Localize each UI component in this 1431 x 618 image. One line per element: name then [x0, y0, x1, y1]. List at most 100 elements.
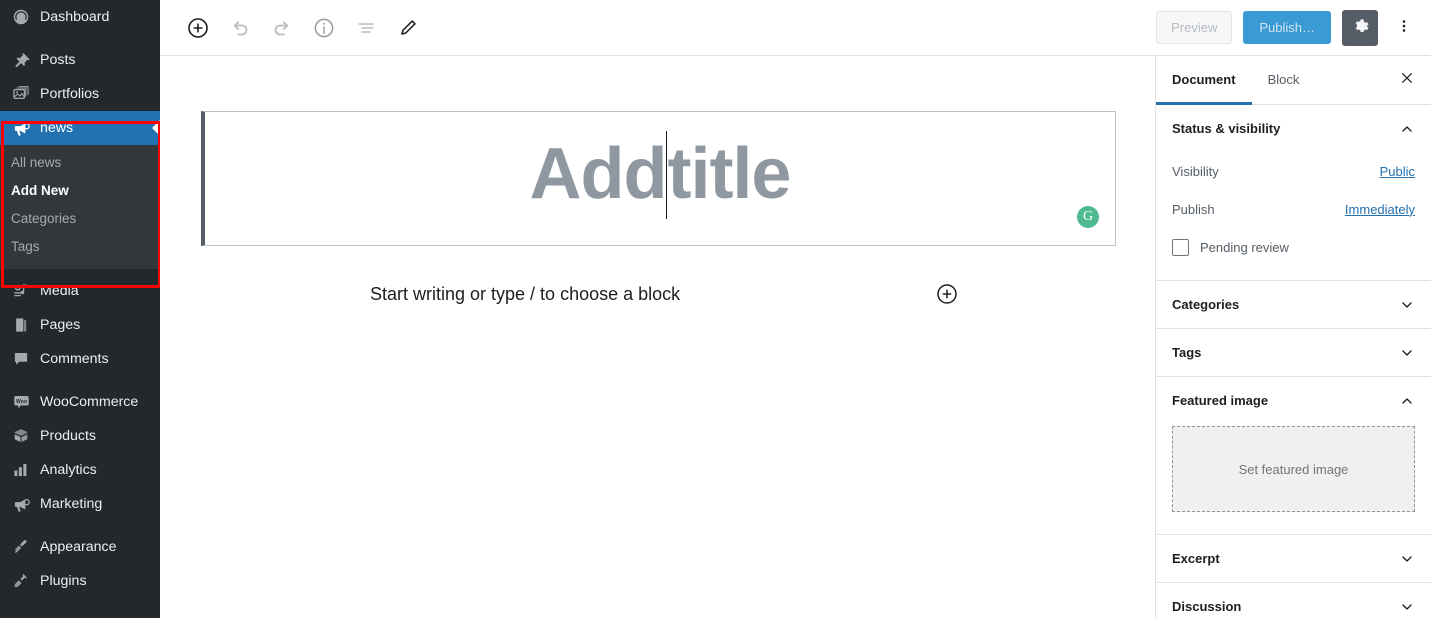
- panel-tags: Tags: [1156, 329, 1431, 377]
- sidebar-item-media[interactable]: Media: [0, 274, 160, 308]
- submenu-item-tags[interactable]: Tags: [0, 233, 160, 261]
- svg-text:Woo: Woo: [15, 398, 26, 404]
- details-info-button[interactable]: [306, 10, 342, 46]
- set-featured-image-button[interactable]: Set featured image: [1172, 426, 1415, 512]
- submenu-item-categories[interactable]: Categories: [0, 205, 160, 233]
- chevron-up-icon: [1399, 121, 1415, 137]
- sidebar-item-label: Dashboard: [40, 9, 110, 25]
- publish-label: Publish: [1172, 201, 1215, 217]
- panel-title: Featured image: [1172, 393, 1269, 408]
- header-left-tools: [160, 10, 426, 46]
- panel-header[interactable]: Featured image: [1172, 377, 1415, 424]
- settings-sidebar: Document Block Status & visibility Visib…: [1155, 56, 1431, 618]
- panel-title: Categories: [1172, 297, 1240, 312]
- sidebar-item-label: WooCommerce: [40, 394, 139, 410]
- list-view-button[interactable]: [348, 10, 384, 46]
- chevron-down-icon: [1399, 345, 1415, 361]
- settings-tablist: Document Block: [1156, 56, 1431, 105]
- chevron-up-icon: [1399, 393, 1415, 409]
- products-icon: [11, 426, 31, 446]
- chevron-down-icon: [1399, 297, 1415, 313]
- text-caret: [666, 130, 668, 219]
- sidebar-item-woocommerce[interactable]: Woo WooCommerce: [0, 385, 160, 419]
- wordpress-block-editor: Dashboard Posts Portfolios news All news…: [0, 0, 1431, 618]
- settings-gear-button[interactable]: [1342, 9, 1378, 46]
- news-submenu: All news Add New Categories Tags: [0, 145, 160, 269]
- sidebar-item-pages[interactable]: Pages: [0, 308, 160, 342]
- panel-header[interactable]: Discussion: [1172, 583, 1415, 618]
- sidebar-separator: [0, 521, 160, 530]
- submenu-arrow-icon: [152, 120, 160, 136]
- sidebar-item-label: Pages: [40, 317, 81, 333]
- sidebar-item-label: Plugins: [40, 573, 87, 589]
- panel-body: Visibility Public Publish Immediately Pe…: [1172, 152, 1415, 280]
- visibility-label: Visibility: [1172, 163, 1219, 179]
- pending-review-checkbox[interactable]: [1172, 238, 1189, 256]
- panel-body: Set featured image: [1172, 426, 1415, 534]
- marketing-icon: [11, 494, 31, 514]
- sidebar-item-news[interactable]: news: [0, 111, 160, 145]
- sidebar-item-label: Media: [40, 283, 79, 299]
- sidebar-item-label: Products: [40, 428, 96, 444]
- panel-title: Tags: [1172, 345, 1202, 360]
- analytics-icon: [11, 460, 31, 480]
- sidebar-item-marketing[interactable]: Marketing: [0, 487, 160, 521]
- tab-document[interactable]: Document: [1156, 56, 1252, 105]
- block-appender-button[interactable]: [935, 282, 959, 306]
- sidebar-item-label: Analytics: [40, 462, 97, 478]
- admin-sidebar: Dashboard Posts Portfolios news All news…: [0, 0, 160, 618]
- submenu-item-add-new[interactable]: Add New: [0, 177, 160, 205]
- sidebar-item-dashboard[interactable]: Dashboard: [0, 0, 160, 34]
- close-sidebar-button[interactable]: [1383, 56, 1431, 104]
- panel-header[interactable]: Excerpt: [1172, 535, 1415, 582]
- sidebar-item-portfolios[interactable]: Portfolios: [0, 77, 160, 111]
- visibility-value-button[interactable]: Public: [1380, 164, 1415, 179]
- panel-title: Discussion: [1172, 599, 1242, 614]
- default-paragraph-block[interactable]: Start writing or type / to choose a bloc…: [201, 272, 1116, 316]
- block-placeholder-text: Start writing or type / to choose a bloc…: [370, 283, 681, 304]
- editor-canvas[interactable]: Addtitle G Start writing or type / to ch…: [160, 56, 1155, 618]
- sidebar-separator: [0, 376, 160, 385]
- undo-button[interactable]: [222, 10, 258, 46]
- panel-status-and-visibility: Status & visibility Visibility Public Pu…: [1156, 105, 1431, 281]
- sidebar-item-label: news: [40, 120, 74, 136]
- panel-title: Status & visibility: [1172, 121, 1281, 136]
- add-block-button[interactable]: [180, 10, 216, 46]
- sidebar-item-label: Comments: [40, 351, 109, 367]
- panel-featured-image: Featured image Set featured image: [1156, 377, 1431, 535]
- panel-title: Excerpt: [1172, 551, 1220, 566]
- dashboard-icon: [11, 7, 31, 27]
- sidebar-item-analytics[interactable]: Analytics: [0, 453, 160, 487]
- tab-block[interactable]: Block: [1252, 56, 1316, 105]
- publish-button[interactable]: Publish…: [1243, 11, 1331, 44]
- post-title-block[interactable]: Addtitle G: [201, 111, 1116, 246]
- sidebar-item-products[interactable]: Products: [0, 419, 160, 453]
- gear-icon: [1351, 17, 1370, 39]
- sidebar-item-label: Posts: [40, 52, 76, 68]
- header-right-actions: Preview Publish…: [1156, 9, 1431, 46]
- sidebar-item-label: Appearance: [40, 539, 117, 555]
- sidebar-item-label: Portfolios: [40, 86, 100, 102]
- grammarly-icon[interactable]: G: [1077, 206, 1099, 228]
- portfolio-icon: [11, 84, 31, 104]
- panel-header[interactable]: Categories: [1172, 281, 1415, 328]
- panel-header[interactable]: Status & visibility: [1172, 105, 1415, 152]
- chevron-down-icon: [1399, 551, 1415, 567]
- submenu-item-all-news[interactable]: All news: [0, 149, 160, 177]
- chevron-down-icon: [1399, 599, 1415, 615]
- preview-button[interactable]: Preview: [1156, 11, 1233, 44]
- editor-main: Preview Publish… Addtitle G Start writin…: [160, 0, 1431, 618]
- more-options-button[interactable]: [1389, 10, 1419, 46]
- woocommerce-icon: Woo: [11, 392, 31, 412]
- sidebar-item-plugins[interactable]: Plugins: [0, 564, 160, 598]
- redo-button[interactable]: [264, 10, 300, 46]
- panel-header[interactable]: Tags: [1172, 329, 1415, 376]
- sidebar-item-comments[interactable]: Comments: [0, 342, 160, 376]
- appearance-icon: [11, 537, 31, 557]
- publish-value-button[interactable]: Immediately: [1345, 202, 1415, 217]
- row-pending-review: Pending review: [1172, 228, 1415, 266]
- sidebar-item-posts[interactable]: Posts: [0, 43, 160, 77]
- sidebar-item-appearance[interactable]: Appearance: [0, 530, 160, 564]
- edit-mode-pencil-button[interactable]: [390, 10, 426, 46]
- pending-review-label: Pending review: [1200, 239, 1289, 255]
